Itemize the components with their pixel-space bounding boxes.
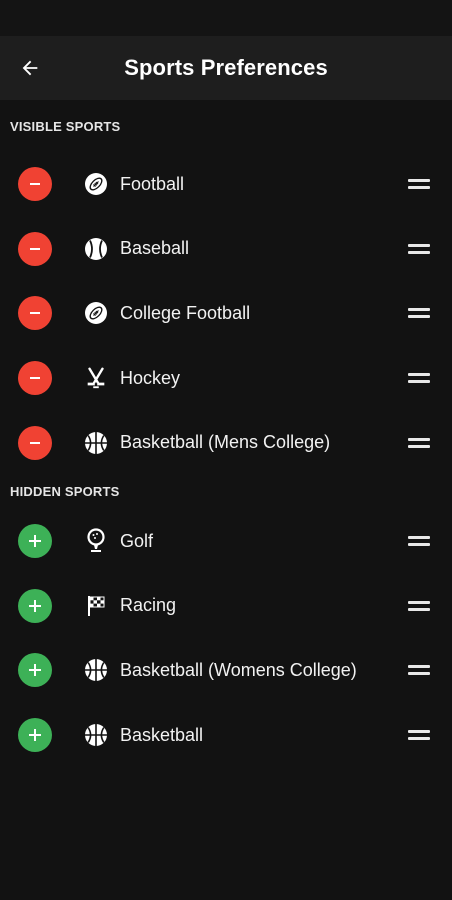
app-bar: Sports Preferences (0, 36, 452, 100)
add-sport-button[interactable] (18, 718, 52, 753)
add-sport-button[interactable] (18, 524, 52, 559)
plus-icon (29, 535, 41, 548)
remove-sport-button[interactable] (18, 231, 52, 266)
plus-icon (29, 599, 41, 612)
sport-row-college-football: College Football (0, 281, 452, 346)
status-bar (0, 0, 452, 36)
drag-handle-icon[interactable] (408, 596, 430, 616)
sport-label: Racing (120, 595, 177, 616)
sport-row-racing: Racing (0, 574, 452, 639)
sport-row-basketball-mens-college: Basketball (Mens College) (0, 410, 452, 475)
football-icon (84, 172, 108, 196)
drag-handle-icon[interactable] (408, 433, 430, 453)
racing-flag-icon (84, 594, 108, 618)
minus-icon (30, 312, 40, 315)
plus-icon (29, 729, 41, 742)
sport-label: Golf (120, 530, 154, 551)
drag-handle-icon[interactable] (408, 239, 430, 259)
drag-handle-icon[interactable] (408, 660, 430, 680)
drag-handle-icon[interactable] (408, 725, 430, 745)
remove-sport-button[interactable] (18, 361, 52, 396)
sport-row-basketball: Basketball (0, 703, 452, 768)
sport-row-hockey: Hockey (0, 346, 452, 411)
sport-row-golf: Golf (0, 509, 452, 574)
plus-icon (29, 664, 41, 677)
football-icon (84, 301, 108, 325)
sport-label: Football (120, 173, 185, 194)
sport-row-basketball-womens-college: Basketball (Womens College) (0, 638, 452, 703)
baseball-icon (84, 237, 108, 261)
visible-sports-header: VISIBLE SPORTS (10, 118, 121, 134)
sport-label: Baseball (120, 238, 190, 259)
sport-label: College Football (120, 302, 251, 323)
drag-handle-icon[interactable] (408, 368, 430, 388)
sport-label: Basketball (120, 724, 204, 745)
remove-sport-button[interactable] (18, 425, 52, 460)
basketball-icon (84, 658, 108, 682)
add-sport-button[interactable] (18, 588, 52, 623)
hockey-icon (84, 366, 108, 390)
sport-label: Basketball (Mens College) (120, 432, 331, 453)
remove-sport-button[interactable] (18, 167, 52, 202)
drag-handle-icon[interactable] (408, 174, 430, 194)
minus-icon (30, 441, 40, 444)
basketball-icon (84, 723, 108, 747)
sport-label: Hockey (120, 367, 181, 388)
page-title: Sports Preferences (124, 55, 328, 80)
minus-icon (30, 377, 40, 380)
golf-icon (84, 528, 108, 553)
remove-sport-button[interactable] (18, 296, 52, 331)
minus-icon (30, 247, 40, 250)
basketball-icon (84, 431, 108, 455)
sport-row-football: Football (0, 152, 452, 217)
add-sport-button[interactable] (18, 653, 52, 688)
drag-handle-icon[interactable] (408, 531, 430, 551)
hidden-sports-header: HIDDEN SPORTS (10, 484, 120, 500)
back-arrow-icon (22, 60, 38, 76)
drag-handle-icon[interactable] (408, 303, 430, 323)
sport-row-baseball: Baseball (0, 217, 452, 282)
back-button[interactable] (14, 52, 46, 84)
sport-label: Basketball (Womens College) (120, 659, 357, 680)
minus-icon (30, 183, 40, 186)
